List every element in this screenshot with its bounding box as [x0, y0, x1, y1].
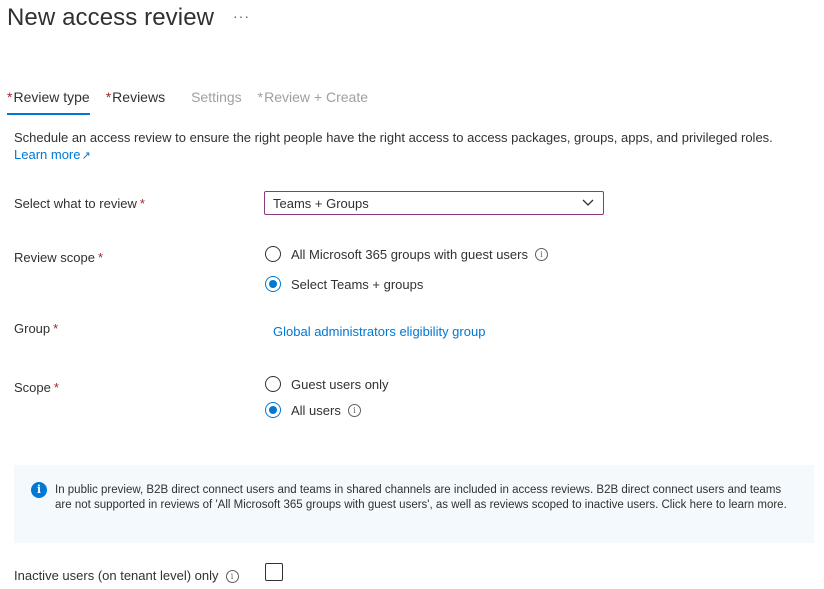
info-icon[interactable]: i [225, 570, 239, 584]
banner-message: In public preview, B2B direct connect us… [55, 484, 787, 511]
group-link[interactable]: Global administrators eligibility group [273, 324, 485, 339]
description: Schedule an access review to ensure the … [14, 129, 814, 165]
learn-more-link[interactable]: Learn more↗ [14, 147, 91, 162]
radio-button[interactable] [265, 402, 281, 418]
select-what-label: Select what to review * [14, 196, 145, 211]
required-marker: * [97, 250, 103, 265]
info-icon[interactable]: i [347, 403, 361, 417]
wizard-tabs: *Review type *Reviews Settings *Review +… [7, 89, 384, 115]
radio-button[interactable] [265, 276, 281, 292]
review-type-dropdown[interactable]: Teams + Groups [264, 191, 604, 215]
radio-label: Select Teams + groups [291, 276, 424, 292]
info-icon: i [31, 482, 47, 498]
required-marker: * [53, 321, 59, 336]
tab-label: Review + Create [264, 89, 369, 105]
required-marker: * [139, 196, 145, 211]
tab-reviews[interactable]: *Reviews [106, 89, 165, 115]
tab-label: Review type [13, 89, 90, 105]
radio-all-m365-groups[interactable]: All Microsoft 365 groups with guest user… [265, 246, 548, 262]
info-banner[interactable]: i In public preview, B2B direct connect … [14, 465, 814, 543]
radio-button[interactable] [265, 246, 281, 262]
radio-guest-users-only[interactable]: Guest users only [265, 376, 389, 392]
required-marker: * [53, 380, 59, 395]
inactive-users-checkbox[interactable] [265, 563, 283, 581]
page-title: New access review [7, 4, 215, 31]
inactive-users-label: Inactive users (on tenant level) only i [14, 568, 239, 584]
tab-review-create[interactable]: *Review + Create [258, 89, 368, 115]
external-link-icon: ↗ [81, 150, 91, 162]
group-label: Group * [14, 321, 59, 336]
tab-label: Settings [191, 89, 242, 105]
radio-label: All Microsoft 365 groups with guest user… [291, 246, 528, 262]
scope-label: Scope * [14, 380, 59, 395]
tab-review-type[interactable]: *Review type [7, 89, 90, 115]
radio-label: All users [291, 402, 341, 418]
radio-select-teams-groups[interactable]: Select Teams + groups [265, 276, 423, 292]
radio-all-users[interactable]: All users i [265, 402, 361, 418]
radio-label: Guest users only [291, 376, 389, 392]
tab-label: Reviews [112, 89, 166, 105]
info-icon[interactable]: i [535, 247, 548, 261]
dropdown-value: Teams + Groups [273, 195, 369, 211]
required-marker: * [105, 89, 112, 105]
required-marker: * [257, 89, 264, 105]
review-scope-label: Review scope * [14, 250, 103, 265]
required-marker: * [7, 89, 13, 105]
more-options-icon[interactable]: ··· [233, 8, 250, 24]
radio-button[interactable] [265, 376, 281, 392]
chevron-down-icon [582, 199, 594, 206]
tab-settings[interactable]: Settings [191, 89, 242, 115]
description-text: Schedule an access review to ensure the … [14, 130, 773, 145]
